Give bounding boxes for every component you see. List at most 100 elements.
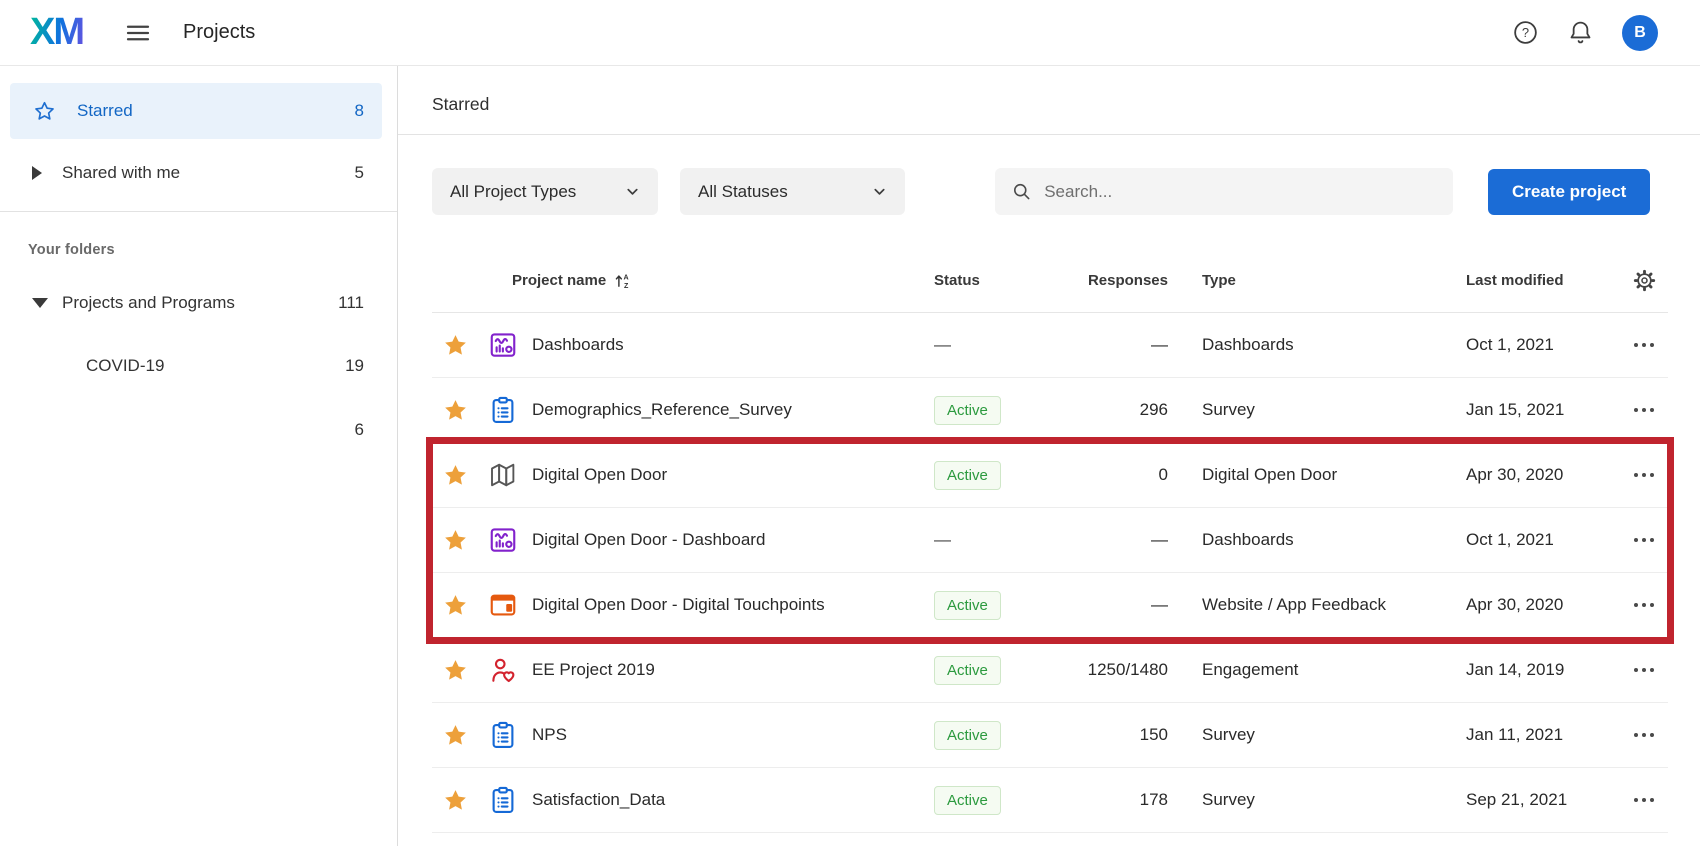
page-title: Projects [183,21,255,44]
type-cell: Dashboards [1202,530,1466,550]
sidebar: Starred 8 Shared with me 5 Your folders … [0,66,398,846]
status-badge: Active [934,591,1001,620]
collapse-arrow-icon[interactable] [32,298,48,308]
survey-icon [478,720,528,750]
last-modified-cell: Oct 1, 2021 [1466,335,1620,355]
status-cell: — [932,335,1080,355]
row-menu-button[interactable] [1620,538,1668,543]
responses-cell: 296 [1080,400,1168,420]
row-menu-button[interactable] [1620,473,1668,478]
chevron-down-icon [625,184,640,199]
table-row[interactable]: Digital Open Door - Digital Touchpoints … [432,573,1668,638]
type-cell: Survey [1202,790,1466,810]
status-badge: Active [934,721,1001,750]
table-row[interactable]: Digital Open Door - Dashboard — — Dashbo… [432,508,1668,573]
responses-cell: — [1080,335,1168,355]
row-menu-button[interactable] [1620,798,1668,803]
notifications-bell-icon[interactable] [1567,19,1594,46]
xm-logo[interactable]: XM [30,11,83,54]
survey-icon [478,785,528,815]
type-cell: Digital Open Door [1202,465,1466,485]
row-menu-button[interactable] [1620,343,1668,348]
projects-page: XM Projects ? B Starred 8 [0,0,1700,846]
avatar[interactable]: B [1622,15,1658,51]
folder-count: 19 [345,356,364,376]
responses-cell: 0 [1080,465,1168,485]
project-name[interactable]: Demographics_Reference_Survey [528,400,932,420]
star-icon[interactable] [432,787,478,814]
create-project-button[interactable]: Create project [1488,169,1650,215]
table-row[interactable]: Satisfaction_Data Active 178 Survey Sep … [432,768,1668,833]
dashboard-icon [478,525,528,555]
table-body: Dashboards — — Dashboards Oct 1, 2021 De… [432,313,1668,833]
statuses-dropdown[interactable]: All Statuses [680,168,905,215]
project-name[interactable]: EE Project 2019 [528,660,932,680]
webapp-icon [478,590,528,620]
last-modified-cell: Apr 30, 2020 [1466,595,1620,615]
project-name[interactable]: Digital Open Door - Digital Touchpoints [528,595,932,615]
expand-arrow-icon[interactable] [32,166,42,180]
sidebar-item-shared-with-me[interactable]: Shared with me 5 [0,147,397,199]
project-name[interactable]: Digital Open Door [528,465,932,485]
table-row[interactable]: NPS Active 150 Survey Jan 11, 2021 [432,703,1668,768]
table-settings-gear-icon[interactable] [1620,269,1668,292]
column-project-name[interactable]: Project name AZ [478,271,932,290]
status-badge: Active [934,656,1001,685]
star-icon[interactable] [432,657,478,684]
sort-az-icon[interactable]: AZ [613,271,632,290]
folder-projects-and-programs[interactable]: Projects and Programs 111 [0,272,397,334]
engagement-icon [478,655,528,685]
row-menu-button[interactable] [1620,733,1668,738]
type-cell: Dashboards [1202,335,1466,355]
star-icon[interactable] [432,462,478,489]
sidebar-item-starred[interactable]: Starred 8 [10,83,382,139]
folder-unnamed[interactable]: 6 [0,398,397,462]
responses-cell: 1250/1480 [1080,660,1168,680]
menu-icon[interactable] [123,18,153,48]
status-cell: Active [932,591,1080,620]
row-menu-button[interactable] [1620,408,1668,413]
star-outline-icon [32,99,57,124]
type-cell: Website / App Feedback [1202,595,1466,615]
sidebar-item-count: 8 [355,101,364,121]
star-icon[interactable] [432,332,478,359]
type-cell: Engagement [1202,660,1466,680]
status-badge: Active [934,786,1001,815]
last-modified-cell: Jan 15, 2021 [1466,400,1620,420]
star-icon[interactable] [432,592,478,619]
project-name[interactable]: Satisfaction_Data [528,790,932,810]
star-icon[interactable] [432,527,478,554]
filters-toolbar: All Project Types All Statuses Create pr… [432,168,1668,215]
responses-cell: — [1080,595,1168,615]
responses-cell: — [1080,530,1168,550]
chevron-down-icon [872,184,887,199]
search-input[interactable] [1044,182,1437,202]
column-type[interactable]: Type [1202,272,1466,289]
row-menu-button[interactable] [1620,668,1668,673]
svg-text:?: ? [1522,25,1529,40]
table-row[interactable]: EE Project 2019 Active 1250/1480 Engagem… [432,638,1668,703]
sidebar-item-count: 5 [355,163,364,183]
column-responses[interactable]: Responses [1080,272,1168,289]
star-icon[interactable] [432,722,478,749]
table-row[interactable]: Dashboards — — Dashboards Oct 1, 2021 [432,313,1668,378]
svg-text:A: A [624,274,629,282]
project-name[interactable]: Dashboards [528,335,932,355]
folder-count: 6 [355,420,364,440]
status-cell: Active [932,721,1080,750]
table-row[interactable]: Digital Open Door Active 0 Digital Open … [432,443,1668,508]
search-box[interactable] [995,168,1453,215]
table-row[interactable]: Demographics_Reference_Survey Active 296… [432,378,1668,443]
column-last-modified[interactable]: Last modified [1466,272,1620,289]
project-types-dropdown[interactable]: All Project Types [432,168,658,215]
project-name[interactable]: NPS [528,725,932,745]
type-cell: Survey [1202,725,1466,745]
help-icon[interactable]: ? [1512,19,1539,46]
star-icon[interactable] [432,397,478,424]
column-status[interactable]: Status [932,272,1080,289]
folder-covid-19[interactable]: COVID-19 19 [0,334,397,398]
row-menu-button[interactable] [1620,603,1668,608]
last-modified-cell: Jan 14, 2019 [1466,660,1620,680]
project-name[interactable]: Digital Open Door - Dashboard [528,530,932,550]
type-cell: Survey [1202,400,1466,420]
